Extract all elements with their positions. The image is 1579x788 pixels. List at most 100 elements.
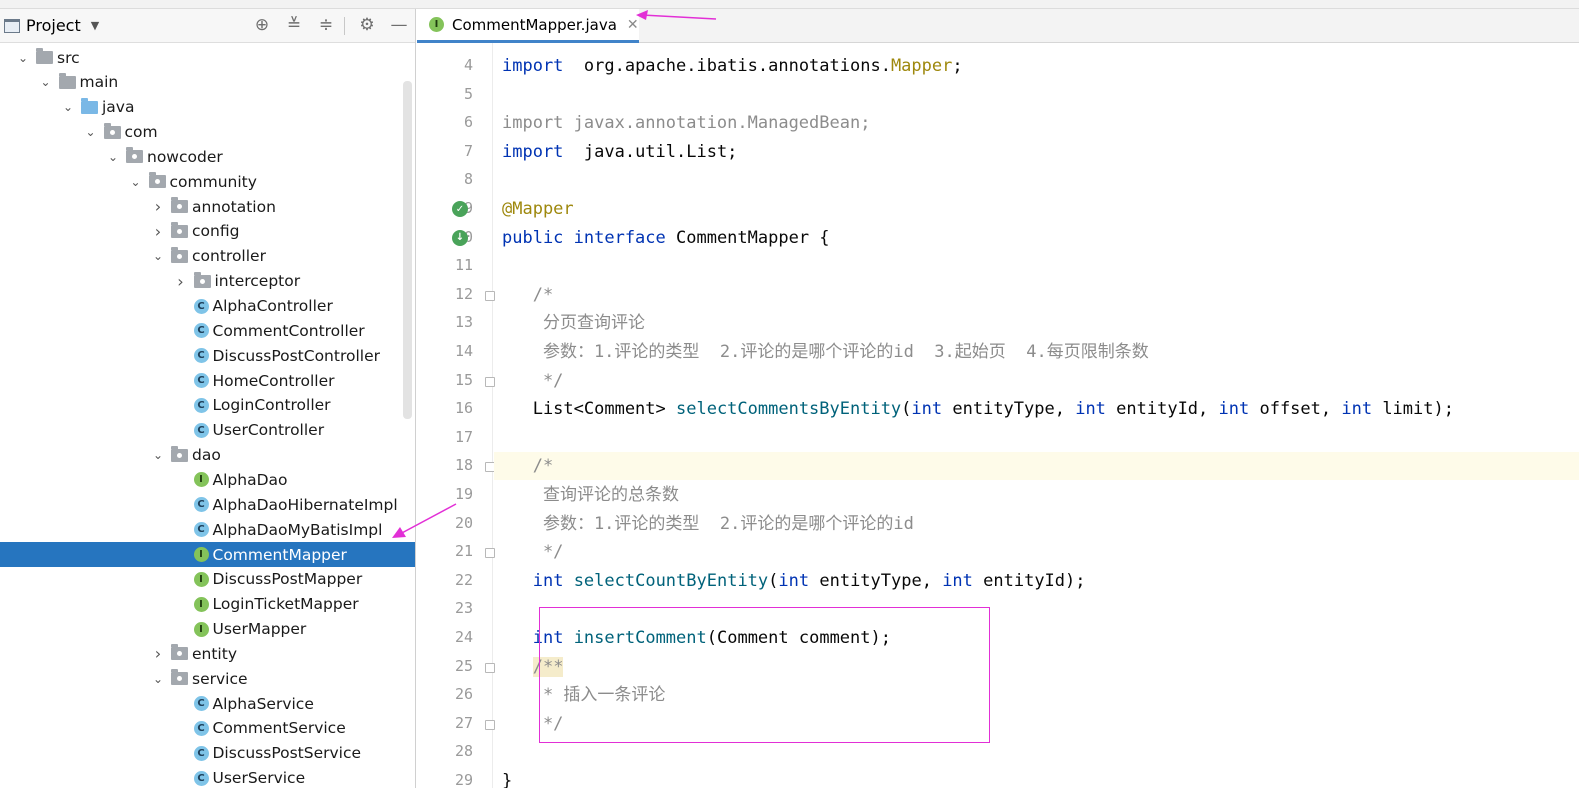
collapse-all-icon[interactable]: ≑ bbox=[315, 14, 337, 36]
code-line[interactable]: int insertComment(Comment comment); bbox=[494, 624, 1579, 652]
hide-panel-icon[interactable]: — bbox=[388, 14, 410, 36]
tree-item-discusspostservice[interactable]: C DiscussPostService bbox=[0, 741, 415, 766]
tree-item-loginticketmapper[interactable]: I LoginTicketMapper bbox=[0, 592, 415, 617]
line-number-gutter[interactable]: 456789✓10↓111213141516171819202122232425… bbox=[417, 43, 495, 788]
tree-item-alphadaomybatisimpl[interactable]: C AlphaDaoMyBatisImpl bbox=[0, 517, 415, 542]
tree-item-homecontroller[interactable]: C HomeController bbox=[0, 368, 415, 393]
tree-item-interceptor[interactable]: › interceptor bbox=[0, 269, 415, 294]
line-number: 24 bbox=[454, 628, 473, 646]
code-line[interactable]: List<Comment> selectCommentsByEntity(int… bbox=[494, 395, 1579, 423]
chevron-right-icon[interactable]: › bbox=[151, 644, 165, 663]
tree-item-main[interactable]: ⌄ main bbox=[0, 70, 415, 95]
code-line[interactable]: * 插入一条评论 bbox=[494, 681, 1579, 709]
chevron-down-icon[interactable]: ⌄ bbox=[106, 150, 120, 164]
chevron-down-icon[interactable]: ⌄ bbox=[151, 249, 165, 263]
chevron-down-icon[interactable]: ▼ bbox=[91, 19, 99, 32]
chevron-down-icon[interactable]: ⌄ bbox=[16, 51, 30, 65]
code-line[interactable]: */ bbox=[494, 538, 1579, 566]
code-line[interactable]: import javax.annotation.ManagedBean; bbox=[494, 109, 1579, 137]
tab-comment-mapper[interactable]: I CommentMapper.java ✕ bbox=[417, 9, 639, 43]
chevron-right-icon[interactable]: › bbox=[151, 197, 165, 216]
locate-icon[interactable]: ⊕ bbox=[251, 14, 273, 36]
code-line[interactable]: 查询评论的总条数 bbox=[494, 481, 1579, 509]
window-top-edge bbox=[0, 0, 1579, 9]
expand-all-icon[interactable]: ≚ bbox=[283, 14, 305, 36]
code-token: int bbox=[778, 570, 810, 591]
code-token: @Mapper bbox=[502, 199, 574, 219]
code-line[interactable] bbox=[494, 252, 1579, 280]
code-line[interactable]: } bbox=[494, 767, 1579, 788]
code-line[interactable] bbox=[494, 424, 1579, 452]
class-icon: C bbox=[193, 323, 209, 339]
chevron-down-icon[interactable]: ⌄ bbox=[84, 125, 98, 139]
chevron-down-icon[interactable]: ⌄ bbox=[61, 100, 75, 114]
tree-item-service[interactable]: ⌄ service bbox=[0, 666, 415, 691]
code-line[interactable]: @Mapper bbox=[494, 195, 1579, 223]
tree-item-usermapper[interactable]: I UserMapper bbox=[0, 617, 415, 642]
code-line[interactable]: /** bbox=[494, 653, 1579, 681]
tree-item-controller[interactable]: ⌄ controller bbox=[0, 244, 415, 269]
tree-item-discusspostcontroller[interactable]: C DiscussPostController bbox=[0, 343, 415, 368]
tree-item-label: AlphaDaoHibernateImpl bbox=[212, 495, 398, 514]
code-line[interactable] bbox=[494, 81, 1579, 109]
chevron-right-icon[interactable]: › bbox=[151, 222, 165, 241]
tree-item-userservice[interactable]: C UserService bbox=[0, 766, 415, 788]
implementation-icon[interactable]: ↓ bbox=[452, 229, 468, 246]
code-line[interactable]: 参数：1.评论的类型 2.评论的是哪个评论的id 3.起始页 4.每页限制条数 bbox=[494, 338, 1579, 366]
tree-item-alphacontroller[interactable]: C AlphaController bbox=[0, 294, 415, 319]
project-tree-scrollbar[interactable] bbox=[403, 81, 412, 419]
tree-item-entity[interactable]: › entity bbox=[0, 641, 415, 666]
tree-item-label: java bbox=[102, 98, 135, 117]
editor-tab-bar: I CommentMapper.java ✕ bbox=[417, 9, 1579, 43]
tree-item-com[interactable]: ⌄ com bbox=[0, 120, 415, 145]
chevron-down-icon[interactable]: ⌄ bbox=[151, 672, 165, 686]
code-line[interactable]: 参数：1.评论的类型 2.评论的是哪个评论的id bbox=[494, 510, 1579, 538]
tree-item-annotation[interactable]: › annotation bbox=[0, 194, 415, 219]
tree-item-java[interactable]: ⌄ java bbox=[0, 95, 415, 120]
tree-item-alphadao[interactable]: I AlphaDao bbox=[0, 467, 415, 492]
tab-label: CommentMapper.java bbox=[452, 15, 617, 34]
code-line[interactable]: import org.apache.ibatis.annotations.Map… bbox=[494, 52, 1579, 80]
package-icon bbox=[171, 221, 188, 238]
tree-item-commentcontroller[interactable]: C CommentController bbox=[0, 318, 415, 343]
code-line[interactable] bbox=[494, 595, 1579, 623]
tree-item-usercontroller[interactable]: C UserController bbox=[0, 418, 415, 443]
code-token: int bbox=[1218, 399, 1250, 420]
tree-item-commentservice[interactable]: C CommentService bbox=[0, 716, 415, 741]
chevron-down-icon[interactable]: ⌄ bbox=[39, 75, 53, 89]
code-line[interactable]: */ bbox=[494, 367, 1579, 395]
chevron-down-icon[interactable]: ⌄ bbox=[151, 448, 165, 462]
tree-item-community[interactable]: ⌄ community bbox=[0, 169, 415, 194]
package-icon bbox=[148, 172, 166, 189]
code-line[interactable]: */ bbox=[494, 710, 1579, 738]
code-line[interactable]: import java.util.List; bbox=[494, 138, 1579, 166]
code-line[interactable]: 分页查询评论 bbox=[494, 309, 1579, 337]
tree-item-config[interactable]: › config bbox=[0, 219, 415, 244]
chevron-right-icon[interactable]: › bbox=[174, 272, 188, 291]
code-line[interactable]: /* bbox=[494, 452, 1579, 481]
tree-item-commentmapper[interactable]: I CommentMapper bbox=[0, 542, 415, 567]
gear-icon[interactable]: ⚙ bbox=[356, 14, 378, 36]
tree-item-label: annotation bbox=[192, 197, 276, 216]
chevron-down-icon[interactable]: ⌄ bbox=[129, 175, 143, 189]
code-editor[interactable]: import org.apache.ibatis.annotations.Map… bbox=[494, 43, 1579, 788]
code-token: /* bbox=[502, 284, 554, 305]
code-token: 参数：1.评论的类型 2.评论的是哪个评论的id 3.起始页 4.每页限制条数 bbox=[502, 342, 1149, 362]
code-line[interactable]: int selectCountByEntity(int entityType, … bbox=[494, 567, 1579, 595]
code-line[interactable] bbox=[494, 738, 1579, 766]
tree-item-dao[interactable]: ⌄ dao bbox=[0, 443, 415, 468]
project-panel-title[interactable]: Project bbox=[26, 16, 81, 35]
folder-icon bbox=[58, 72, 76, 89]
mybatis-mapper-icon[interactable]: ✓ bbox=[452, 201, 468, 217]
code-token: java.util.List; bbox=[563, 141, 738, 162]
tree-item-alphadaohibernateimpl[interactable]: C AlphaDaoHibernateImpl bbox=[0, 492, 415, 517]
tree-item-nowcoder[interactable]: ⌄ nowcoder bbox=[0, 144, 415, 169]
tree-item-discusspostmapper[interactable]: I DiscussPostMapper bbox=[0, 567, 415, 592]
tree-item-logincontroller[interactable]: C LoginController bbox=[0, 393, 415, 418]
tree-item-src[interactable]: ⌄ src bbox=[0, 45, 415, 70]
close-icon[interactable]: ✕ bbox=[627, 17, 639, 33]
code-line[interactable]: /* bbox=[494, 281, 1579, 309]
code-line[interactable]: public interface CommentMapper { bbox=[494, 224, 1579, 252]
tree-item-alphaservice[interactable]: C AlphaService bbox=[0, 691, 415, 716]
code-line[interactable] bbox=[494, 166, 1579, 194]
